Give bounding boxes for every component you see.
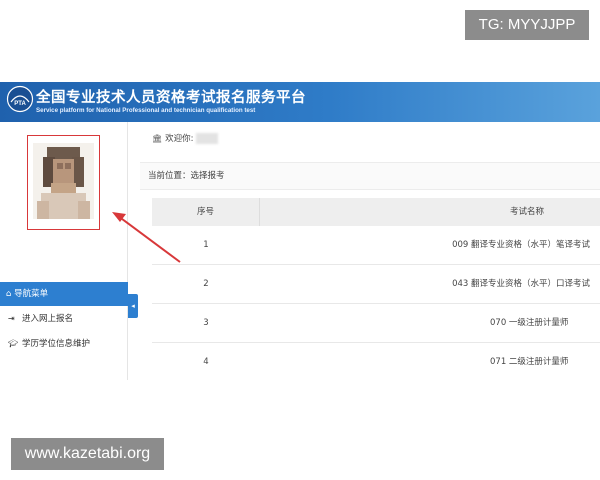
row-no: 4 — [203, 357, 209, 367]
site-title: 全国专业技术人员资格考试报名服务平台 — [36, 90, 306, 106]
row-no: 1 — [203, 240, 209, 250]
logo-text: PTA — [14, 101, 26, 107]
table-row[interactable]: 1 009 翻译专业资格（水平）笔译考试 — [152, 226, 600, 265]
main-content: 🏛︎ 欢迎你: 当前位置：选择报考 序号 考试名称 1 009 翻译专业资格（水平… — [140, 122, 600, 380]
home-icon: ⌂ — [6, 289, 15, 299]
sidebar-item-online-registration[interactable]: ⇥ 进入网上报名 — [0, 308, 128, 330]
bank-icon: 🏛︎ — [152, 134, 163, 143]
table-row[interactable]: 2 043 翻译专业资格（水平）口译考试 — [152, 265, 600, 304]
sidebar-collapse-button[interactable]: ◂ — [128, 294, 138, 318]
sign-in-icon: ⇥ — [8, 314, 15, 323]
sidebar-item-label: 学历学位信息维护 — [22, 339, 91, 349]
table-header: 序号 考试名称 — [152, 198, 600, 226]
exam-table: 序号 考试名称 1 009 翻译专业资格（水平）笔译考试 2 043 翻译专业资… — [152, 198, 600, 380]
sidebar-item-education-info[interactable]: 🎓︎ 学历学位信息维护 — [0, 333, 128, 355]
graduation-cap-icon: 🎓︎ — [8, 339, 19, 348]
welcome-text: 🏛︎ 欢迎你: — [152, 132, 218, 144]
exam-name: 043 翻译专业资格（水平）口译考试 — [452, 279, 590, 289]
profile-photo-frame — [27, 135, 100, 230]
pta-logo-icon: PTA — [6, 85, 34, 113]
nav-menu-header-label: 导航菜单 — [14, 289, 49, 299]
table-row[interactable]: 3 070 一级注册计量师 — [152, 304, 600, 343]
sidebar: ⌂ 导航菜单 ⇥ 进入网上报名 🎓︎ 学历学位信息维护 — [0, 122, 128, 380]
nav-menu-header: ⌂ 导航菜单 — [0, 282, 128, 306]
row-no: 2 — [203, 279, 209, 289]
watermark-top: TG: MYYJJPP — [465, 10, 589, 40]
breadcrumb-bar: 当前位置：选择报考 — [140, 162, 600, 190]
sidebar-item-label: 进入网上报名 — [22, 314, 74, 324]
welcome-label: 欢迎你: — [165, 134, 194, 144]
exam-name: 071 二级注册计量师 — [490, 357, 569, 367]
exam-name: 009 翻译专业资格（水平）笔译考试 — [452, 240, 590, 250]
avatar — [33, 143, 94, 219]
row-no: 3 — [203, 318, 209, 328]
watermark-bottom: www.kazetabi.org — [11, 438, 164, 470]
breadcrumb: 当前位置：选择报考 — [148, 171, 225, 181]
app-window: PTA 全国专业技术人员资格考试报名服务平台 Service platform … — [0, 82, 600, 380]
site-header: PTA 全国专业技术人员资格考试报名服务平台 Service platform … — [0, 82, 600, 122]
site-subtitle: Service platform for National Profession… — [36, 107, 256, 114]
user-name-blurred — [195, 133, 218, 144]
column-header-name: 考试名称 — [510, 207, 545, 217]
column-header-no: 序号 — [152, 198, 260, 226]
table-row[interactable]: 4 071 二级注册计量师 — [152, 343, 600, 380]
exam-name: 070 一级注册计量师 — [490, 318, 569, 328]
